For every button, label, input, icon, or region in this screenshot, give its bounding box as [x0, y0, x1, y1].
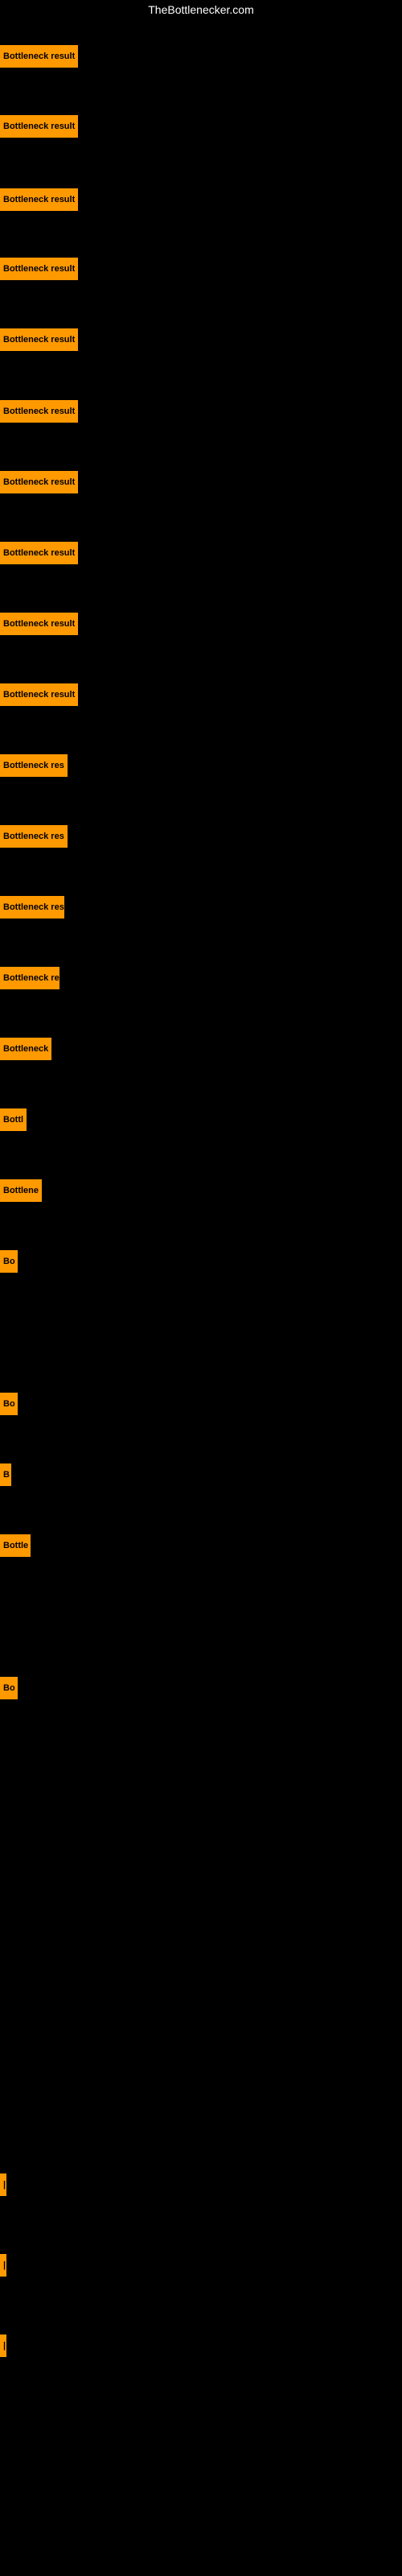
- bottleneck-badge: Bo: [0, 1393, 18, 1415]
- bottleneck-badge: Bottleneck result: [0, 683, 78, 706]
- bottleneck-badge: Bo: [0, 1250, 18, 1273]
- bottleneck-badge: Bottleneck result: [0, 613, 78, 635]
- bottleneck-badge: Bottleneck res: [0, 896, 64, 919]
- bottleneck-badge: |: [0, 2334, 6, 2357]
- bottleneck-badge: Bottleneck res: [0, 754, 68, 777]
- bottleneck-badge: |: [0, 2254, 6, 2277]
- bottleneck-badge: B: [0, 1463, 11, 1486]
- bottleneck-badge: Bottl: [0, 1108, 27, 1131]
- bottleneck-badge: Bottleneck result: [0, 400, 78, 423]
- bottleneck-badge: Bottleneck result: [0, 188, 78, 211]
- bottleneck-badge: Bo: [0, 1677, 18, 1699]
- bottleneck-badge: Bottlene: [0, 1179, 42, 1202]
- bottleneck-badge: Bottleneck res: [0, 825, 68, 848]
- bottleneck-badge: Bottleneck re: [0, 967, 59, 989]
- bottleneck-badge: Bottleneck result: [0, 471, 78, 493]
- site-title: TheBottlenecker.com: [0, 0, 402, 19]
- bottleneck-badge: Bottle: [0, 1534, 31, 1557]
- bottleneck-badge: |: [0, 2174, 6, 2196]
- bottleneck-badge: Bottleneck: [0, 1038, 51, 1060]
- bottleneck-badge: Bottleneck result: [0, 542, 78, 564]
- bottleneck-badge: Bottleneck result: [0, 45, 78, 68]
- page-wrapper: TheBottlenecker.com Bottleneck result Bot…: [0, 0, 402, 2576]
- bottleneck-badge: Bottleneck result: [0, 115, 78, 138]
- bottleneck-badge: Bottleneck result: [0, 258, 78, 280]
- bottleneck-badge: Bottleneck result: [0, 328, 78, 351]
